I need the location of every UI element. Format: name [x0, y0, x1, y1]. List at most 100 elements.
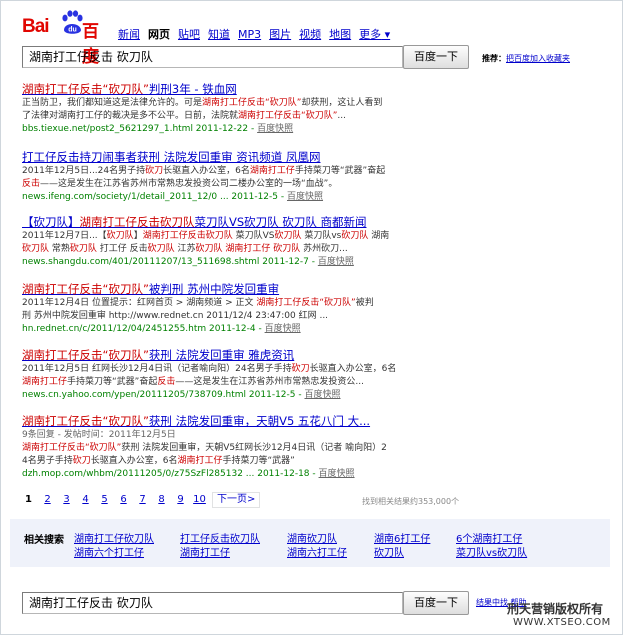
cache-link[interactable]: 百度快照 [304, 390, 340, 400]
next-page-button[interactable]: 下一页> [212, 492, 261, 508]
result-title-link[interactable]: 打工仔反击持刀闹事者获刑 法院发回重审 资讯频道 凤凰网 [22, 150, 582, 165]
cache-link[interactable]: 百度快照 [265, 324, 301, 334]
add-favorite-link[interactable]: 把百度加入收藏夹 [506, 54, 570, 63]
related-search-link[interactable]: 砍刀队 [374, 544, 404, 559]
abstract-segment: 手持菜刀等“武器” [222, 456, 295, 466]
title-segment: 湖南打工仔反击砍刀队 [79, 215, 195, 229]
abstract-segment: ——这是发生在江苏省苏州市常熟忠发投资公... [175, 377, 364, 387]
abstract-segment: “砍刀队” [85, 443, 122, 453]
abstract-segment: “砍刀队” [319, 298, 356, 308]
abstract-segment: 长驱直入办公室，6名 [163, 166, 250, 176]
page-number[interactable]: 5 [98, 492, 111, 508]
paw-icon: du [62, 10, 83, 34]
related-searches: 相关搜索 湖南打工仔砍刀队 打工仔反击砍刀队 湖南砍刀队 湖南6打工仔 6个湖南打工仔湖… [10, 519, 610, 567]
title-segment: 【砍刀队】 [22, 215, 80, 229]
result-abstract-line: 了法律对湖南打工仔的裁决是多不公平。日前，法院就湖南打工仔反击“砍刀队”... [22, 110, 582, 123]
abstract-segment: 反击 [157, 377, 176, 387]
abstract-segment: 被判 [355, 298, 374, 308]
cache-link[interactable]: 百度快照 [287, 192, 323, 202]
result-meta: 9条回复 - 发帖时间：2011年12月5日 [22, 430, 176, 440]
nav-item[interactable]: 新闻 [118, 28, 140, 41]
abstract-segment: 湖南打工仔 [222, 244, 274, 254]
page-number[interactable]: 7 [136, 492, 149, 508]
abstract-segment: 获刑 法院发回重审，天朝V5红网长沙12月4日讯（记者 喻向阳）2 [121, 443, 387, 453]
result-title-link[interactable]: 湖南打工仔反击“砍刀队”获刑 法院发回重审 雅虎资讯 [22, 348, 582, 363]
result-abstract-line: 湖南打工仔手持菜刀等“武器”奋起反击——这是发生在江苏省苏州市常熟忠发投资公..… [22, 376, 582, 389]
page-number[interactable]: 2 [41, 492, 54, 508]
related-search-link[interactable]: 湖南6打工仔 [374, 530, 430, 545]
recommend-label: 推荐： [482, 54, 506, 63]
page-number[interactable]: 6 [117, 492, 130, 508]
related-search-link[interactable]: 湖南六个打工仔 [74, 544, 144, 559]
abstract-segment: 2011年12月5日 红网长沙12月4日讯（记者喻向阳）24名男子手持 [22, 364, 292, 374]
related-search-link[interactable]: 湖南打工仔 [180, 544, 230, 559]
related-search-link[interactable]: 湖南六打工仔 [287, 544, 347, 559]
cache-link[interactable]: 百度快照 [319, 469, 355, 479]
page-number[interactable]: 3 [60, 492, 73, 508]
nav-item[interactable]: MP3 [238, 28, 261, 41]
result-title-link[interactable]: 湖南打工仔反击“砍刀队”判刑3年 - 铁血网 [22, 82, 582, 97]
nav-item[interactable]: 贴吧 [178, 28, 200, 41]
related-search-link[interactable]: 打工仔反击砍刀队 [180, 530, 260, 545]
title-segment: “砍刀队” [102, 282, 149, 296]
title-segment: “砍刀队” [102, 348, 149, 362]
bottom-search-button[interactable]: 百度一下 [403, 591, 469, 615]
nav-item[interactable]: 图片 [269, 28, 291, 41]
nav-item[interactable]: 更多 [359, 28, 390, 41]
cache-link[interactable]: 百度快照 [318, 257, 354, 267]
result-abstract-line: 湖南打工仔反击“砍刀队”获刑 法院发回重审，天朝V5红网长沙12月4日讯（记者 … [22, 442, 582, 455]
page-number[interactable]: 9 [174, 492, 187, 508]
page-number[interactable]: 1 [22, 492, 35, 508]
search-button[interactable]: 百度一下 [403, 45, 469, 69]
page-number[interactable]: 8 [155, 492, 168, 508]
abstract-segment: 长驱直入办公室，6名 [309, 364, 397, 374]
search-input[interactable]: 湖南打工仔反击 砍刀队 [22, 46, 403, 68]
result-url-line: news.shangdu.com/401/20111207/13_511698.… [22, 257, 354, 267]
result-url: dzh.mop.com/whbm/20111205/0/z75SzFl28513… [22, 469, 310, 479]
abstract-segment: 4名男子手持 [22, 456, 73, 466]
result-url: news.cn.yahoo.com/ypen/20111205/738709.h… [22, 390, 296, 400]
related-search-link[interactable]: 6个湖南打工仔 [456, 530, 522, 545]
watermark-text: 刑天营销版权所有 [507, 602, 604, 616]
abstract-segment: 砍刀 [291, 364, 310, 374]
abstract-segment: “砍刀队” [265, 98, 302, 108]
result-url-line: bbs.tiexue.net/post2_5621297_1.html 2011… [22, 124, 294, 134]
abstract-segment: 湖南打工仔反击砍刀队 [142, 231, 233, 241]
page-number[interactable]: 10 [193, 492, 206, 508]
abstract-segment: 湖南打工仔反击 [202, 98, 266, 108]
baidu-logo[interactable]: Bai du 百度 [22, 8, 112, 67]
abstract-segment: 菜刀队vs [301, 231, 342, 241]
abstract-segment: 打工仔 反击 [96, 244, 148, 254]
abstract-segment: 砍刀队 [273, 244, 301, 254]
bottom-search-input[interactable]: 湖南打工仔反击 砍刀队 [22, 592, 403, 614]
abstract-segment: “砍刀队” [301, 111, 338, 121]
search-within-link[interactable]: 结果中找 [476, 598, 508, 607]
cache-link[interactable]: 百度快照 [257, 124, 293, 134]
result-abstract-line: 4名男子手持砍刀长驱直入办公室，6名湖南打工仔手持菜刀等“武器” [22, 455, 582, 468]
related-search-link[interactable]: 湖南砍刀队 [287, 530, 337, 545]
nav-item[interactable]: 知道 [208, 28, 230, 41]
abstract-segment: 湖南打工仔反击 [238, 111, 302, 121]
related-search-link[interactable]: 菜刀队vs砍刀队 [456, 544, 527, 559]
nav-item[interactable]: 视频 [299, 28, 321, 41]
search-result: 湖南打工仔反击“砍刀队”被判刑 苏州中院发回重审 2011年12月4日 位置提示：… [22, 282, 582, 336]
search-result: 打工仔反击持刀闹事者获刑 法院发回重审 资讯频道 凤凰网 2011年12月5日..… [22, 150, 582, 204]
page-number[interactable]: 4 [79, 492, 92, 508]
result-title-link[interactable]: 湖南打工仔反击“砍刀队”被判刑 苏州中院发回重审 [22, 282, 582, 297]
result-abstract-line: 2011年12月4日 位置提示：红网首页 > 湖南频道 > 正文 湖南打工仔反击… [22, 297, 582, 310]
result-abstract-line: 砍刀队 常熟砍刀队 打工仔 反击砍刀队 江苏砍刀队 湖南打工仔 砍刀队 苏州砍刀… [22, 243, 582, 256]
related-search-link[interactable]: 湖南打工仔砍刀队 [74, 530, 154, 545]
result-title-link[interactable]: 湖南打工仔反击“砍刀队”获刑 法院发回重审，天朝V5 五花八门 大... [22, 414, 582, 429]
pagination: 1 2 3 4 5 6 7 8 9 10 下一页> [22, 492, 261, 508]
result-url: news.shangdu.com/401/20111207/13_511698.… [22, 257, 309, 267]
nav-item[interactable]: 地图 [329, 28, 351, 41]
result-url-line: dzh.mop.com/whbm/20111205/0/z75SzFl28513… [22, 469, 355, 479]
abstract-segment: 常熟 [49, 244, 70, 254]
result-url-line: news.ifeng.com/society/1/detail_2011_12/… [22, 192, 324, 202]
nav-item[interactable]: 网页 [148, 28, 170, 41]
result-url-line: news.cn.yahoo.com/ypen/20111205/738709.h… [22, 390, 341, 400]
result-title-link[interactable]: 【砍刀队】湖南打工仔反击砍刀队菜刀队VS砍刀队 砍刀队 商都新闻 [22, 215, 582, 230]
abstract-segment: 砍刀 [72, 456, 91, 466]
search-result: 湖南打工仔反击“砍刀队”判刑3年 - 铁血网 正当防卫，我们都知道这是法律允许的。… [22, 82, 582, 136]
svg-text:du: du [68, 27, 77, 34]
